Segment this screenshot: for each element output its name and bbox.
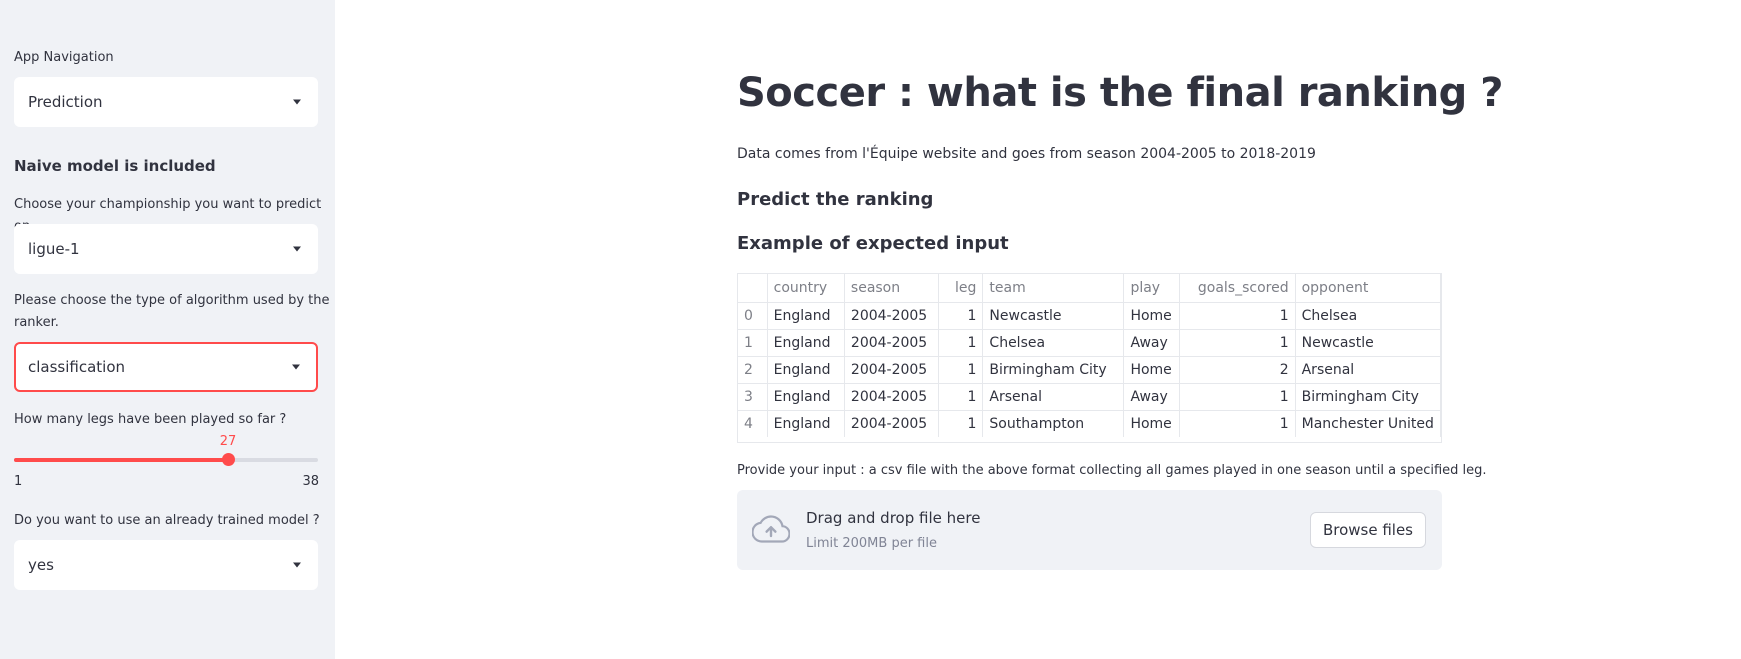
table-column-header[interactable]: team	[982, 274, 1125, 303]
table-cell: Birmingham City	[982, 356, 1125, 384]
file-uploader-dropzone[interactable]: Drag and drop file here Limit 200MB per …	[737, 490, 1442, 570]
table-cell: 1	[1179, 410, 1296, 437]
table-column-header[interactable]: goals_scored	[1179, 274, 1296, 303]
table-cell: Birmingham City	[1295, 383, 1441, 411]
table-row: 3 England 2004-2005 1 Arsenal Away 1 Birmingham…	[738, 383, 1441, 411]
table-cell: England	[767, 383, 845, 411]
table-cell: Home	[1123, 302, 1180, 330]
table-cell: 1	[938, 302, 984, 330]
table-cell: 1	[938, 329, 984, 357]
chevron-down-icon	[293, 246, 301, 252]
cloud-upload-icon	[752, 515, 790, 543]
table-cell: 2004-2005	[844, 302, 940, 330]
table-cell: Arsenal	[1295, 356, 1441, 384]
legs-slider-min: 1	[14, 474, 23, 489]
table-header-row: country season leg team play goals_scored oppo…	[738, 274, 1441, 303]
trained-model-select-value: yes	[28, 556, 54, 574]
table-cell: 2004-2005	[844, 410, 940, 437]
data-description: Data comes from l'Équipe website and goe…	[737, 146, 1316, 162]
table-cell: England	[767, 329, 845, 357]
championship-select[interactable]: ligue-1	[14, 224, 318, 274]
example-table[interactable]: country season leg team play goals_scored oppo…	[737, 273, 1442, 443]
table-cell: 2004-2005	[844, 383, 940, 411]
upload-limit: Limit 200MB per file	[806, 536, 937, 551]
drop-title: Drag and drop file here	[806, 509, 981, 527]
trained-model-select[interactable]: yes	[14, 540, 318, 590]
table-row: 2 England 2004-2005 1 Birmingham City Home 2 Ar…	[738, 356, 1441, 384]
nav-select[interactable]: Prediction	[14, 77, 318, 127]
legs-slider[interactable]: 27	[14, 434, 318, 466]
table-cell: Southampton	[982, 410, 1125, 437]
table-cell: Arsenal	[982, 383, 1125, 411]
table-cell: England	[767, 410, 845, 437]
trained-model-label: Do you want to use an already trained mo…	[14, 513, 320, 528]
table-cell: England	[767, 356, 845, 384]
table-cell: Newcastle	[1295, 329, 1441, 357]
table-cell: Chelsea	[1295, 302, 1441, 330]
algorithm-select[interactable]: classification	[14, 342, 318, 392]
legs-slider-max: 38	[302, 474, 319, 489]
table-cell: 1	[1179, 302, 1296, 330]
table-row: 0 England 2004-2005 1 Newcastle Home 1 Chelsea	[738, 302, 1441, 330]
predict-heading: Predict the ranking	[737, 189, 934, 210]
row-index: 0	[738, 302, 768, 330]
table-cell: Chelsea	[982, 329, 1125, 357]
table-cell: 2004-2005	[844, 356, 940, 384]
table-cell: 1	[1179, 383, 1296, 411]
table-cell: England	[767, 302, 845, 330]
nav-label: App Navigation	[14, 50, 114, 65]
app: App Navigation Prediction Naive model is…	[0, 0, 1741, 659]
legs-slider-thumb[interactable]	[222, 453, 235, 466]
row-index: 1	[738, 329, 768, 357]
table-cell: Home	[1123, 356, 1180, 384]
algorithm-label-line2: ranker.	[14, 315, 59, 330]
table-body: 0 England 2004-2005 1 Newcastle Home 1 Chelsea 1…	[738, 302, 1441, 437]
legs-slider-value: 27	[219, 434, 237, 449]
championship-select-value: ligue-1	[28, 240, 80, 258]
table-row: 1 England 2004-2005 1 Chelsea Away 1 Newcastle	[738, 329, 1441, 357]
legs-label: How many legs have been played so far ?	[14, 412, 287, 427]
table-cell: 2004-2005	[844, 329, 940, 357]
upload-instructions: Provide your input : a csv file with the…	[737, 463, 1487, 478]
legs-slider-fill	[14, 458, 228, 462]
table-cell: 1	[938, 410, 984, 437]
table-cell: Home	[1123, 410, 1180, 437]
naive-model-note: Naive model is included	[14, 157, 216, 175]
table-cell: 2	[1179, 356, 1296, 384]
row-index: 3	[738, 383, 768, 411]
example-heading: Example of expected input	[737, 233, 1009, 254]
chevron-down-icon	[293, 99, 301, 105]
table-column-header[interactable]: season	[844, 274, 940, 303]
chevron-down-icon	[293, 562, 301, 568]
table-row: 4 England 2004-2005 1 Southampton Home 1 Manche…	[738, 410, 1441, 437]
chevron-down-icon	[292, 364, 300, 370]
page-title: Soccer : what is the final ranking ?	[737, 70, 1503, 116]
algorithm-select-value: classification	[28, 358, 126, 376]
table-cell: Manchester United	[1295, 410, 1441, 437]
table-column-header[interactable]	[738, 274, 768, 303]
table-cell: 1	[938, 356, 984, 384]
example-table-grid: country season leg team play goals_scored oppo…	[738, 274, 1441, 437]
table-cell: Newcastle	[982, 302, 1125, 330]
sidebar: App Navigation Prediction Naive model is…	[0, 0, 335, 659]
table-column-header[interactable]: opponent	[1295, 274, 1441, 303]
table-column-header[interactable]: play	[1123, 274, 1180, 303]
row-index: 4	[738, 410, 768, 437]
nav-select-value: Prediction	[28, 93, 103, 111]
table-cell: Away	[1123, 383, 1180, 411]
browse-files-button[interactable]: Browse files	[1309, 512, 1426, 548]
table-cell: 1	[938, 383, 984, 411]
row-index: 2	[738, 356, 768, 384]
table-column-header[interactable]: leg	[938, 274, 984, 303]
table-cell: 1	[1179, 329, 1296, 357]
table-cell: Away	[1123, 329, 1180, 357]
algorithm-label-line1: Please choose the type of algorithm used…	[14, 293, 330, 308]
table-column-header[interactable]: country	[767, 274, 845, 303]
